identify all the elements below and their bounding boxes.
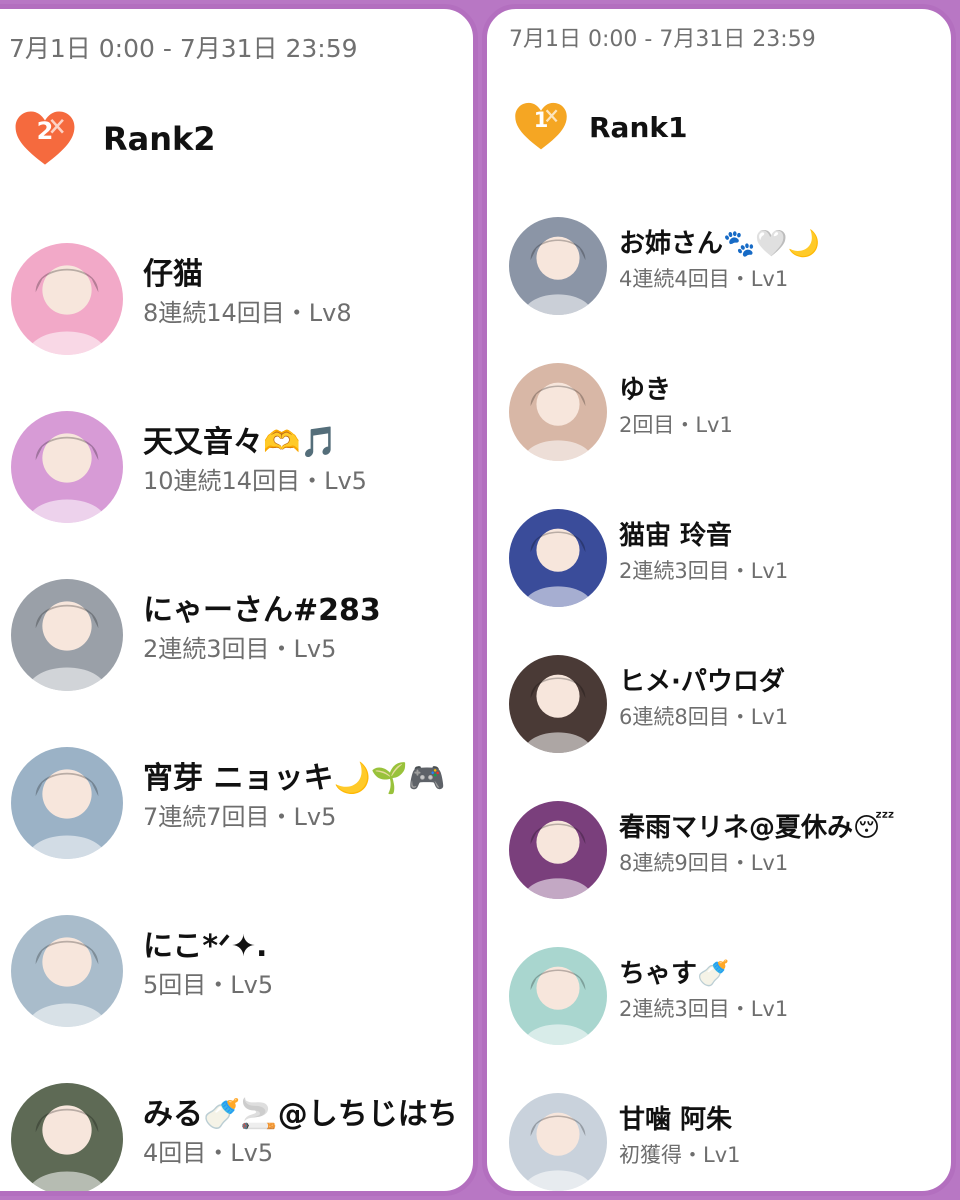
rank-title: Rank1 <box>589 110 688 144</box>
user-name[interactable]: ゆき <box>619 369 671 406</box>
avatar[interactable] <box>11 411 123 523</box>
user-name[interactable]: 天又音々🫶🎵 <box>143 417 338 461</box>
rank-header: 2 Rank2 <box>13 107 216 171</box>
avatar[interactable] <box>509 947 607 1045</box>
user-streak-level: 2連続3回目・Lv5 <box>143 635 337 663</box>
user-name[interactable]: にこ*ᐟ✦. <box>143 921 267 965</box>
user-streak-level: 4連続4回目・Lv1 <box>619 267 789 291</box>
rank1-panel: 7月1日 0:00 - 7月31日 23:59 1 Rank1 お姉さん🐾🤍🌙 4… <box>482 4 956 1196</box>
user-streak-level: 2連続3回目・Lv1 <box>619 559 789 583</box>
avatar[interactable] <box>11 915 123 1027</box>
user-name[interactable]: 猫宙 玲音 <box>619 515 732 552</box>
user-streak-level: 5回目・Lv5 <box>143 971 274 999</box>
avatar[interactable] <box>509 217 607 315</box>
user-streak-level: 8連続9回目・Lv1 <box>619 851 789 875</box>
rank-heart-number: 2 <box>36 117 54 146</box>
user-name[interactable]: 宵芽 ニョッキ🌙🌱🎮 <box>143 753 446 797</box>
avatar[interactable] <box>11 747 123 859</box>
avatar[interactable] <box>509 1093 607 1191</box>
avatar[interactable] <box>509 509 607 607</box>
user-name[interactable]: にゃーさん#283 <box>143 585 381 629</box>
user-streak-level: 8連続14回目・Lv8 <box>143 299 352 327</box>
rank-header: 1 Rank1 <box>513 99 688 155</box>
user-name[interactable]: 仔猫 <box>143 249 203 293</box>
date-range: 7月1日 0:00 - 7月31日 23:59 <box>509 27 816 52</box>
avatar[interactable] <box>11 1083 123 1191</box>
avatar[interactable] <box>11 243 123 355</box>
user-name[interactable]: 甘噛 阿朱 <box>619 1099 732 1136</box>
rank-heart-number: 1 <box>533 108 549 133</box>
rank-title: Rank2 <box>103 120 216 158</box>
user-name[interactable]: ちゃす🍼 <box>619 953 729 990</box>
user-streak-level: 2回目・Lv1 <box>619 413 733 437</box>
user-streak-level: 6連続8回目・Lv1 <box>619 705 789 729</box>
rank-heart-icon: 2 <box>13 107 77 171</box>
rank-heart-icon: 1 <box>513 99 569 155</box>
user-streak-level: 2連続3回目・Lv1 <box>619 997 789 1021</box>
user-streak-level: 初獲得・Lv1 <box>619 1143 741 1167</box>
user-name[interactable]: 春雨マリネ@夏休み😴 <box>619 807 895 844</box>
avatar[interactable] <box>509 801 607 899</box>
user-name[interactable]: ヒメ·パウロダ <box>619 661 785 698</box>
user-streak-level: 10連続14回目・Lv5 <box>143 467 367 495</box>
avatar[interactable] <box>509 655 607 753</box>
avatar[interactable] <box>11 579 123 691</box>
user-streak-level: 7連続7回目・Lv5 <box>143 803 337 831</box>
avatar[interactable] <box>509 363 607 461</box>
user-name[interactable]: みる🍼🚬@しちじはち <box>143 1089 458 1133</box>
date-range: 7月1日 0:00 - 7月31日 23:59 <box>9 34 358 63</box>
user-name[interactable]: お姉さん🐾🤍🌙 <box>619 223 820 260</box>
user-streak-level: 4回目・Lv5 <box>143 1139 274 1167</box>
rank2-panel: 7月1日 0:00 - 7月31日 23:59 2 Rank2 仔猫 8連続14回… <box>0 4 478 1196</box>
